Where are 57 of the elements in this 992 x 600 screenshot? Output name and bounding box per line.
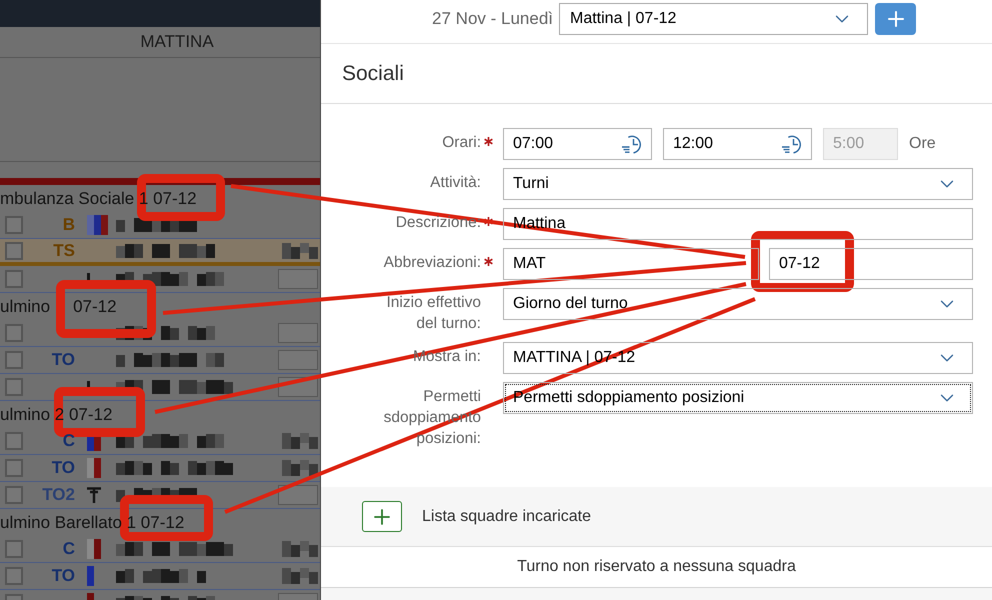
pixelated-value-drawing [282, 242, 318, 258]
shift-code: C [62, 539, 75, 559]
cross-mark-icon [87, 487, 101, 503]
teams-title: Lista squadre incaricate [422, 506, 591, 526]
field-label: Descrizione: [396, 213, 481, 233]
shift-code: B [62, 215, 75, 235]
shift-dropdown[interactable]: Mattina | 07-12 [559, 3, 868, 35]
field-label: Mostra in: [412, 347, 481, 367]
shift-code: TO [52, 566, 75, 586]
checkbox[interactable] [5, 242, 23, 260]
checkbox[interactable] [5, 432, 23, 450]
add-team-button[interactable] [362, 501, 402, 532]
pixelated-value-drawing [282, 433, 318, 449]
checkbox[interactable] [5, 324, 23, 342]
clock-icon[interactable] [781, 134, 803, 154]
shift-code: TO2 [42, 485, 75, 505]
add-button[interactable] [875, 3, 916, 35]
unit-label: Ore [909, 134, 936, 154]
dropdown-field[interactable]: Turni [503, 168, 973, 200]
input-field[interactable] [278, 350, 318, 370]
pixelated-value-drawing [282, 568, 318, 584]
field-label: Abbreviazioni: [384, 253, 481, 273]
clock-icon[interactable] [621, 134, 643, 154]
shift-code: TS [53, 240, 75, 260]
time-field[interactable]: 07:00 [503, 128, 652, 160]
group-title: ulmino 2 07-12 [0, 404, 112, 424]
section-title: Sociali [342, 60, 404, 87]
pixelated-value-drawing [282, 460, 318, 476]
dropdown-field[interactable]: Permetti sdoppiamento posizioni [503, 382, 973, 414]
text-field[interactable]: MAT [503, 248, 759, 280]
empty-message: Turno non riservato a nessuna squadra [517, 557, 796, 577]
pixelated-value-drawing [282, 541, 318, 557]
checkbox[interactable] [5, 378, 23, 396]
text-field[interactable]: 07-12 [769, 248, 973, 280]
field-label: Attività: [430, 173, 481, 193]
input-field[interactable] [278, 269, 318, 289]
shift-code: C [62, 431, 75, 451]
column-header: MATTINA [140, 31, 214, 54]
checkbox[interactable] [5, 270, 23, 288]
checkbox[interactable] [5, 351, 23, 369]
input-field[interactable] [278, 485, 318, 505]
group-title: 07-12 [73, 296, 117, 316]
checkbox[interactable] [5, 486, 23, 504]
field-label: Orari: [442, 133, 481, 153]
group-title: mbulanza Sociale 1 07-12 [0, 188, 197, 208]
field-label: Inizio effettivo del turno: [386, 293, 481, 334]
input-field[interactable] [278, 323, 318, 343]
checkbox[interactable] [5, 567, 23, 585]
shift-code: TO [52, 458, 75, 478]
shift-code: TO [52, 350, 75, 370]
checkbox[interactable] [5, 459, 23, 477]
group-title: ulmino [0, 296, 50, 316]
date-label: 27 Nov - Lunedì [432, 8, 553, 30]
time-field[interactable]: 12:00 [663, 128, 812, 160]
dropdown-field[interactable]: Giorno del turno [503, 288, 973, 320]
checkbox[interactable] [5, 540, 23, 558]
checkbox[interactable] [5, 216, 23, 234]
